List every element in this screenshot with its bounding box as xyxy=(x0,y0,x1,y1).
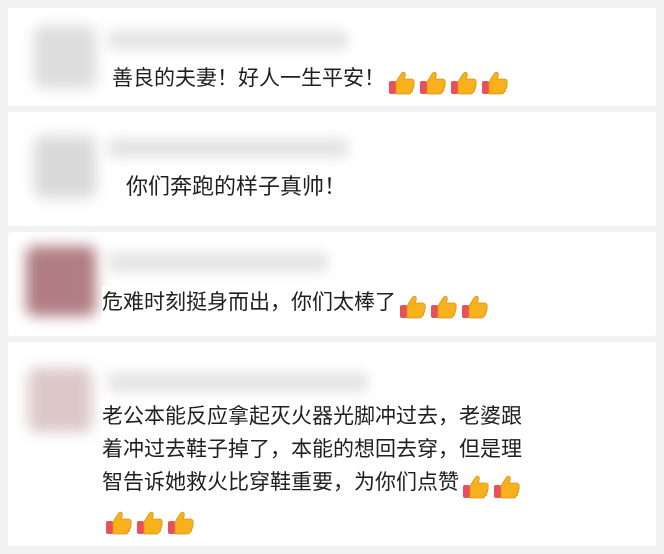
thumbs-up-emoji-icon xyxy=(399,294,427,320)
username-blurred xyxy=(108,138,348,158)
comment-text-content: 你们奔跑的样子真帅！ xyxy=(126,175,347,200)
thumbs-group xyxy=(385,66,509,98)
comment-text-line: 智告诉她救火比穿鞋重要，为你们点赞 xyxy=(102,470,459,494)
comment-text-line: 老公本能反应拿起灭火器光脚冲过去，老婆跟 xyxy=(102,404,522,428)
thumbs-up-emoji-icon xyxy=(388,70,416,96)
thumbs-up-emoji-icon xyxy=(481,70,509,96)
thumbs-up-emoji-icon xyxy=(450,70,478,96)
comment-line-4 xyxy=(102,502,195,538)
comment-line-2: 着冲过去鞋子掉了，本能的想回去穿，但是理 xyxy=(102,433,522,465)
thumbs-up-emoji-icon xyxy=(136,510,164,536)
thumbs-up-emoji-icon xyxy=(167,510,195,536)
comment-text: 你们奔跑的样子真帅！ xyxy=(120,170,353,206)
thumbs-group xyxy=(102,506,195,538)
avatar xyxy=(34,136,96,198)
comment-line-3: 智告诉她救火比穿鞋重要，为你们点赞 xyxy=(102,466,521,502)
username-blurred xyxy=(108,252,328,272)
username-blurred xyxy=(108,372,368,392)
comment-card-3: 危难时刻挺身而出，你们太棒了 xyxy=(8,232,656,336)
comment-card-1: 善良的夫妻！好人一生平安！ xyxy=(8,8,656,106)
thumbs-group xyxy=(459,470,521,502)
comment-text-content: 危难时刻挺身而出，你们太棒了 xyxy=(102,290,396,314)
comment-text: 善良的夫妻！好人一生平安！ xyxy=(112,62,509,98)
thumbs-group xyxy=(396,290,489,322)
avatar xyxy=(28,368,92,432)
comment-card-4: 老公本能反应拿起灭火器光脚冲过去，老婆跟 着冲过去鞋子掉了，本能的想回去穿，但是… xyxy=(8,342,656,546)
comment-text-content: 善良的夫妻！好人一生平安！ xyxy=(112,66,385,90)
thumbs-up-emoji-icon xyxy=(462,474,490,500)
comment-text-line: 着冲过去鞋子掉了，本能的想回去穿，但是理 xyxy=(102,437,522,461)
avatar xyxy=(34,26,96,88)
username-blurred xyxy=(108,30,348,50)
thumbs-up-emoji-icon xyxy=(419,70,447,96)
thumbs-up-emoji-icon xyxy=(493,474,521,500)
comment-line-1: 老公本能反应拿起灭火器光脚冲过去，老婆跟 xyxy=(102,400,522,432)
comment-text: 危难时刻挺身而出，你们太棒了 xyxy=(102,286,489,322)
thumbs-up-emoji-icon xyxy=(430,294,458,320)
avatar xyxy=(26,246,96,316)
comment-card-2: 你们奔跑的样子真帅！ xyxy=(8,112,656,226)
thumbs-up-emoji-icon xyxy=(461,294,489,320)
thumbs-up-emoji-icon xyxy=(105,510,133,536)
